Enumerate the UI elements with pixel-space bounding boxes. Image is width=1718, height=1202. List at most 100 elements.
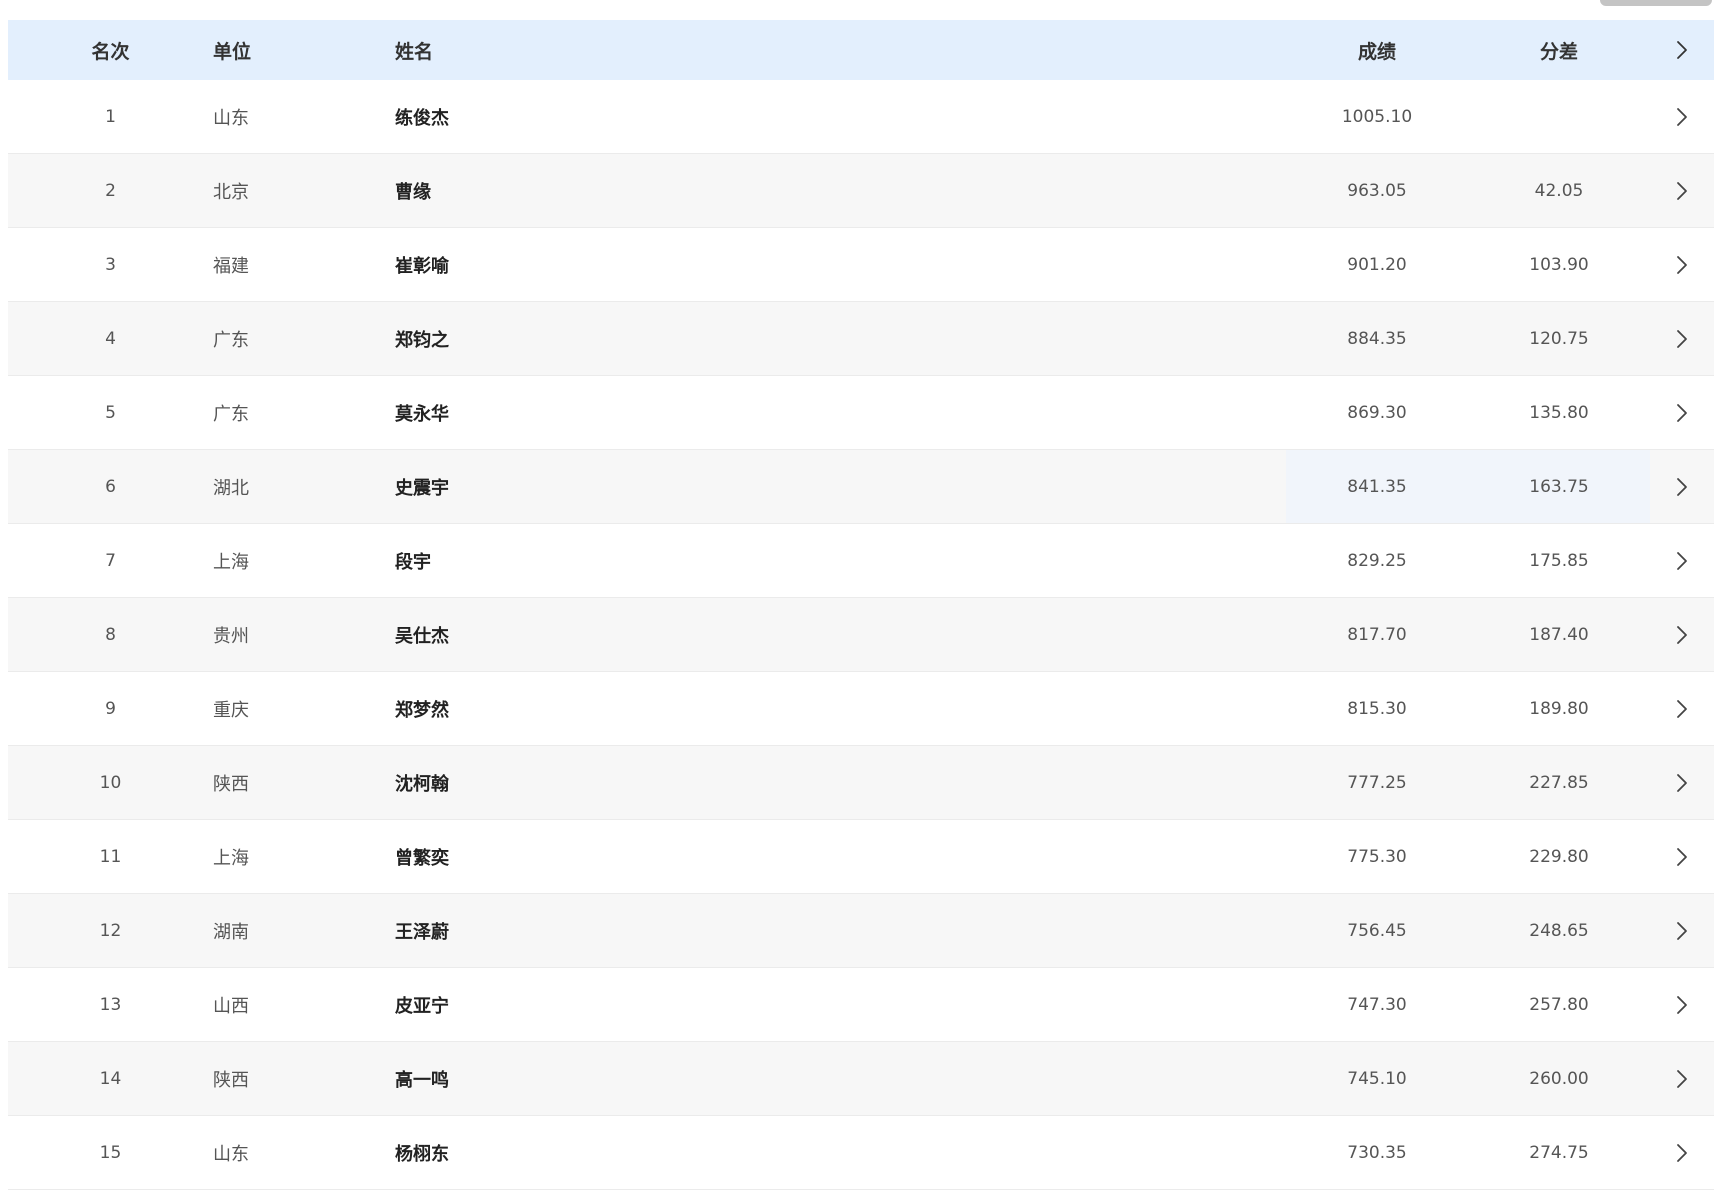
athlete-name-cell[interactable]: 沈柯翰	[395, 746, 1286, 819]
athlete-name-cell[interactable]: 吴仕杰	[395, 598, 1286, 671]
diff-cell: 248.65	[1529, 920, 1589, 941]
chevron-right-icon[interactable]	[1650, 181, 1714, 201]
diff-cell: 187.40	[1529, 624, 1589, 645]
table-row[interactable]: 8 贵州 吴仕杰 817.70 187.40	[8, 598, 1714, 672]
rank-cell: 10	[99, 772, 122, 793]
athlete-name-cell[interactable]: 皮亚宁	[395, 968, 1286, 1041]
score-cell: 747.30	[1347, 994, 1407, 1015]
header-name[interactable]: 姓名	[395, 20, 1286, 80]
scrollbar-thumb[interactable]	[1600, 0, 1712, 6]
diff-cell: 103.90	[1529, 254, 1589, 275]
athlete-name-cell[interactable]: 郑钧之	[395, 302, 1286, 375]
score-cell: 775.30	[1347, 846, 1407, 867]
unit-cell: 湖北	[213, 477, 249, 499]
table-row[interactable]: 12 湖南 王泽蔚 756.45 248.65	[8, 894, 1714, 968]
unit-cell: 北京	[213, 181, 249, 203]
header-score[interactable]: 成绩	[1286, 20, 1468, 80]
diff-cell: 257.80	[1529, 994, 1589, 1015]
chevron-right-icon[interactable]	[1650, 403, 1714, 423]
rank-cell: 9	[105, 698, 116, 719]
unit-cell: 上海	[213, 847, 249, 869]
score-cell: 745.10	[1347, 1068, 1407, 1089]
unit-cell: 陕西	[213, 773, 249, 795]
chevron-right-icon[interactable]	[1650, 921, 1714, 941]
results-table: 名次 单位 姓名 成绩 分差 1 山东 练俊杰 1005.10 2 北京 曹缘 963.05 4…	[8, 20, 1714, 1190]
diff-cell: 175.85	[1529, 550, 1589, 571]
chevron-right-icon[interactable]	[1650, 847, 1714, 867]
diff-cell: 135.80	[1529, 402, 1589, 423]
diff-cell: 163.75	[1468, 450, 1650, 523]
chevron-right-icon[interactable]	[1650, 477, 1714, 497]
unit-cell: 陕西	[213, 1069, 249, 1091]
rank-cell: 14	[99, 1068, 122, 1089]
table-row[interactable]: 7 上海 段宇 829.25 175.85	[8, 524, 1714, 598]
athlete-name-cell[interactable]: 曹缘	[395, 154, 1286, 227]
rank-cell: 15	[99, 1142, 122, 1163]
rank-cell: 7	[105, 550, 116, 571]
athlete-name-cell[interactable]: 段宇	[395, 524, 1286, 597]
table-row[interactable]: 2 北京 曹缘 963.05 42.05	[8, 154, 1714, 228]
athlete-name-cell[interactable]: 曾繁奕	[395, 820, 1286, 893]
chevron-right-icon[interactable]	[1650, 329, 1714, 349]
athlete-name-cell[interactable]: 郑梦然	[395, 672, 1286, 745]
table-row[interactable]: 11 上海 曾繁奕 775.30 229.80	[8, 820, 1714, 894]
chevron-right-icon[interactable]	[1650, 995, 1714, 1015]
score-cell: 1005.10	[1341, 106, 1413, 127]
header-diff[interactable]: 分差	[1468, 20, 1650, 80]
unit-cell: 湖南	[213, 921, 249, 943]
score-cell: 901.20	[1347, 254, 1407, 275]
rank-cell: 6	[105, 476, 116, 497]
diff-cell: 227.85	[1529, 772, 1589, 793]
unit-cell: 重庆	[213, 699, 249, 721]
score-cell: 777.25	[1347, 772, 1407, 793]
unit-cell: 广东	[213, 329, 249, 351]
athlete-name-cell[interactable]: 杨栩东	[395, 1116, 1286, 1189]
chevron-right-icon[interactable]	[1650, 40, 1714, 60]
score-cell: 817.70	[1347, 624, 1407, 645]
chevron-right-icon[interactable]	[1650, 1143, 1714, 1163]
rank-cell: 3	[105, 254, 116, 275]
table-row[interactable]: 15 山东 杨栩东 730.35 274.75	[8, 1116, 1714, 1190]
chevron-right-icon[interactable]	[1650, 699, 1714, 719]
diff-cell: 189.80	[1529, 698, 1589, 719]
table-header: 名次 单位 姓名 成绩 分差	[8, 20, 1714, 80]
unit-cell: 上海	[213, 551, 249, 573]
chevron-right-icon[interactable]	[1650, 551, 1714, 571]
chevron-right-icon[interactable]	[1650, 773, 1714, 793]
rank-cell: 12	[99, 920, 122, 941]
table-row[interactable]: 1 山东 练俊杰 1005.10	[8, 80, 1714, 154]
table-row[interactable]: 4 广东 郑钧之 884.35 120.75	[8, 302, 1714, 376]
table-row[interactable]: 13 山西 皮亚宁 747.30 257.80	[8, 968, 1714, 1042]
unit-cell: 广东	[213, 403, 249, 425]
table-row[interactable]: 5 广东 莫永华 869.30 135.80	[8, 376, 1714, 450]
chevron-right-icon[interactable]	[1650, 107, 1714, 127]
rank-cell: 1	[105, 106, 116, 127]
header-unit[interactable]: 单位	[213, 20, 395, 80]
table-row[interactable]: 6 湖北 史震宇 841.35 163.75	[8, 450, 1714, 524]
rank-cell: 4	[105, 328, 116, 349]
score-cell: 869.30	[1347, 402, 1407, 423]
unit-cell: 山东	[213, 1143, 249, 1165]
table-row[interactable]: 9 重庆 郑梦然 815.30 189.80	[8, 672, 1714, 746]
chevron-right-icon[interactable]	[1650, 625, 1714, 645]
table-row[interactable]: 3 福建 崔彰喻 901.20 103.90	[8, 228, 1714, 302]
athlete-name-cell[interactable]: 史震宇	[395, 450, 1286, 523]
header-rank[interactable]: 名次	[8, 20, 213, 80]
diff-cell: 120.75	[1529, 328, 1589, 349]
diff-cell	[1468, 80, 1650, 153]
athlete-name-cell[interactable]: 练俊杰	[395, 80, 1286, 153]
table-row[interactable]: 10 陕西 沈柯翰 777.25 227.85	[8, 746, 1714, 820]
rank-cell: 8	[105, 624, 116, 645]
score-cell: 841.35	[1286, 450, 1468, 523]
athlete-name-cell[interactable]: 王泽蔚	[395, 894, 1286, 967]
athlete-name-cell[interactable]: 高一鸣	[395, 1042, 1286, 1115]
chevron-right-icon[interactable]	[1650, 1069, 1714, 1089]
athlete-name-cell[interactable]: 崔彰喻	[395, 228, 1286, 301]
chevron-right-icon[interactable]	[1650, 255, 1714, 275]
score-cell: 815.30	[1347, 698, 1407, 719]
score-cell: 730.35	[1347, 1142, 1407, 1163]
table-row[interactable]: 14 陕西 高一鸣 745.10 260.00	[8, 1042, 1714, 1116]
unit-cell: 山东	[213, 107, 249, 129]
athlete-name-cell[interactable]: 莫永华	[395, 376, 1286, 449]
score-cell: 756.45	[1347, 920, 1407, 941]
